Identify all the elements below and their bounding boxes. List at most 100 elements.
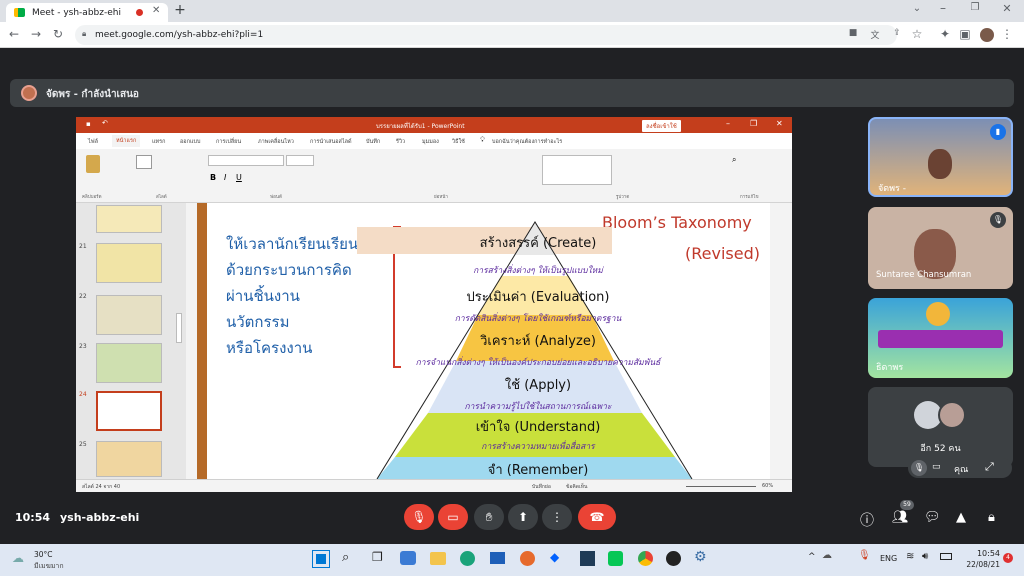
thumb-scrollbar[interactable] — [176, 313, 182, 343]
wifi-icon[interactable]: ≋ — [906, 551, 914, 562]
edge-icon[interactable] — [460, 551, 475, 566]
ribbon-paste-icon[interactable] — [86, 155, 100, 173]
people-icon[interactable]: 👥︎ — [892, 510, 909, 525]
activities-icon[interactable]: ▲ — [956, 510, 966, 525]
widgets-icon[interactable] — [400, 551, 416, 565]
tray-chevron-icon[interactable]: ^ — [808, 552, 816, 562]
share-icon[interactable]: ⇪ — [890, 28, 904, 38]
camera-off-button[interactable]: ▭ — [438, 504, 468, 530]
tab-close-icon[interactable]: ✕ — [152, 5, 160, 16]
settings-icon[interactable]: ⚙ — [694, 549, 707, 565]
meeting-info-icon[interactable]: ⓘ — [860, 510, 874, 530]
slide-thumb[interactable] — [96, 205, 162, 233]
raise-hand-button[interactable]: ✋︎ — [474, 504, 504, 530]
mic-off-button[interactable]: 🎙︎ — [404, 504, 434, 530]
more-options-button[interactable]: ⋮ — [542, 504, 572, 530]
clock-date[interactable]: 22/08/21 — [962, 560, 1000, 569]
bookmark-star-icon[interactable]: ☆ — [910, 27, 924, 41]
slide-thumb[interactable] — [96, 295, 162, 335]
menu-icon[interactable]: ⋮ — [1000, 27, 1014, 41]
translate-icon[interactable]: 文 — [868, 28, 882, 41]
volume-icon[interactable]: 🔊︎ — [922, 551, 928, 562]
others-tile[interactable]: อีก 52 คน — [868, 387, 1013, 467]
ppt-minimize-icon[interactable]: – — [726, 119, 730, 128]
back-icon[interactable]: ← — [6, 27, 22, 41]
minimize-icon[interactable]: – — [936, 1, 950, 15]
ppt-tellme-input[interactable]: บอกฉันว่าคุณต้องการทำอะไร — [492, 138, 562, 146]
weather-icon[interactable]: ☁ — [12, 551, 24, 565]
self-mic-off-icon[interactable]: 🎙︎ — [911, 460, 927, 476]
participant-tile[interactable]: ▮ จัดพร - — [868, 117, 1013, 197]
browser-tab[interactable]: Meet - ysh-abbz-ehi ✕ — [6, 3, 168, 22]
address-bar[interactable]: 🔒︎ meet.google.com/ysh-abbz-ehi?pli=1 — [75, 25, 897, 45]
start-icon[interactable] — [312, 550, 330, 568]
dropbox-icon[interactable]: ◆ — [550, 550, 559, 564]
maximize-icon[interactable]: ❐ — [968, 2, 982, 13]
reload-icon[interactable]: ↻ — [50, 27, 66, 41]
ppt-tab-slideshow[interactable]: การนำเสนอสไลด์ — [310, 138, 352, 146]
line-icon[interactable] — [608, 551, 623, 566]
ribbon-italic-icon[interactable]: I — [224, 173, 226, 182]
ppt-undo-icon[interactable]: ↶ — [102, 119, 108, 127]
mail-icon[interactable] — [490, 552, 505, 564]
ppt-tab-review[interactable]: รีวิว — [396, 138, 405, 146]
file-explorer-icon[interactable] — [430, 552, 446, 565]
slide-thumb-selected[interactable] — [96, 391, 162, 431]
sidepanel-icon[interactable]: ▣ — [958, 27, 972, 41]
ppt-restore-icon[interactable]: ❐ — [750, 119, 757, 128]
extensions-icon[interactable]: ✦ — [938, 27, 952, 41]
ppt-tab-design[interactable]: ออกแบบ — [180, 138, 200, 146]
expand-icon[interactable]: ⤢ — [985, 460, 994, 474]
slide-thumb[interactable] — [96, 343, 162, 383]
leave-call-button[interactable]: ☎︎ — [578, 504, 616, 530]
status-comments-button[interactable]: ข้อคิดเห็น — [566, 483, 587, 491]
participant-tile[interactable]: 🎙︎ Suntaree Chansumran — [868, 207, 1013, 289]
ribbon-bold-icon[interactable]: B — [210, 173, 216, 182]
tab-search-icon[interactable]: ⌄ — [910, 3, 924, 14]
ribbon-font-box[interactable] — [208, 155, 284, 166]
ppt-tab-help[interactable]: วิธีใช้ — [452, 138, 465, 146]
slide-thumb[interactable] — [96, 441, 162, 477]
ppt-tab-file[interactable]: ไฟล์ — [88, 138, 98, 146]
ppt-tab-animations[interactable]: ภาพเคลื่อนไหว — [258, 138, 294, 146]
tray-mic-icon[interactable]: 🎙︎ — [858, 550, 871, 561]
window-close-icon[interactable]: ✕ — [1000, 2, 1014, 15]
input-language[interactable]: ENG — [880, 554, 897, 563]
present-button[interactable]: ⬆ — [508, 504, 538, 530]
forward-icon[interactable]: → — [28, 27, 44, 41]
ppt-tab-transitions[interactable]: การเปลี่ยน — [216, 138, 241, 146]
ribbon-find-icon[interactable]: ⌕ — [732, 155, 736, 165]
ppt-save-icon[interactable]: ▪ — [86, 120, 91, 128]
ppt-tellme-icon[interactable]: 💡︎ — [480, 136, 485, 145]
chat-icon[interactable]: 💬︎ — [924, 510, 941, 525]
ppt-close-icon[interactable]: ✕ — [776, 119, 783, 128]
battery-icon[interactable] — [940, 553, 952, 560]
chrome-icon[interactable] — [638, 551, 653, 566]
task-view-icon[interactable]: ❐ — [372, 550, 383, 564]
ppt-tab-home[interactable]: หน้าแรก — [112, 135, 141, 147]
ppt-tab-insert[interactable]: แทรก — [152, 138, 165, 146]
new-tab-icon[interactable]: + — [172, 2, 188, 18]
ribbon-new-slide-icon[interactable] — [136, 155, 152, 169]
participant-tile[interactable]: ธิดาพร — [868, 298, 1013, 378]
app-icon[interactable] — [580, 551, 595, 566]
ribbon-size-box[interactable] — [286, 155, 314, 166]
camera-indicator-icon[interactable]: ■ — [846, 28, 860, 38]
self-cam-off-icon[interactable]: ▭ — [932, 462, 941, 472]
ppt-signin-button[interactable]: ลงชื่อเข้าใช้ — [642, 120, 681, 132]
host-controls-icon[interactable]: 🔒︎ — [988, 510, 995, 525]
clock-time[interactable]: 10:54 — [966, 549, 1000, 558]
search-icon[interactable]: ⌕ — [342, 550, 349, 565]
notification-badge[interactable]: 4 — [1003, 553, 1013, 563]
slide-thumb[interactable] — [96, 243, 162, 283]
obs-icon[interactable] — [666, 551, 681, 566]
ppt-tab-view[interactable]: มุมมอง — [422, 138, 439, 146]
tray-cloud-icon[interactable]: ☁ — [822, 550, 832, 561]
ribbon-underline-icon[interactable]: U — [236, 173, 242, 182]
status-notes-button[interactable]: บันทึกย่อ — [532, 483, 551, 491]
profile-avatar[interactable] — [980, 28, 994, 42]
ribbon-shapes-icon[interactable] — [542, 155, 612, 185]
firefox-icon[interactable] — [520, 551, 535, 566]
zoom-slider[interactable] — [686, 486, 756, 487]
ppt-tab-record[interactable]: บันทึก — [366, 138, 380, 146]
